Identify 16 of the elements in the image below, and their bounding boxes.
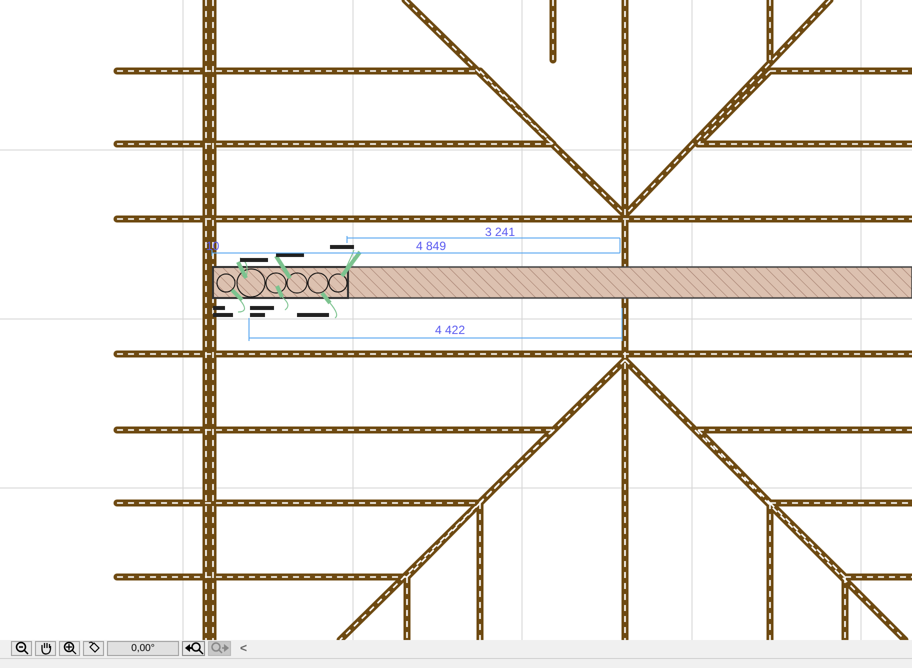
rotate-button[interactable]: [83, 640, 104, 656]
dimension-label: 4 422: [435, 323, 466, 337]
zoom-out-button[interactable]: [11, 640, 32, 656]
hand-icon: [38, 641, 52, 655]
rotate-icon: [86, 641, 100, 655]
collapse-toggle[interactable]: <: [240, 641, 248, 655]
zoom-out-icon: [14, 641, 28, 655]
zoom-forward-icon: [210, 641, 230, 655]
fit-button[interactable]: [59, 640, 80, 656]
dimension-label: 4 849: [416, 239, 446, 253]
previous-zoom-button[interactable]: [182, 640, 205, 656]
zoom-fit-icon: [62, 641, 76, 655]
dimension-label: 3 241: [485, 225, 516, 239]
zoom-back-icon: [184, 641, 204, 655]
pan-button[interactable]: [35, 640, 56, 656]
angle-field[interactable]: 0,00°: [107, 640, 179, 656]
